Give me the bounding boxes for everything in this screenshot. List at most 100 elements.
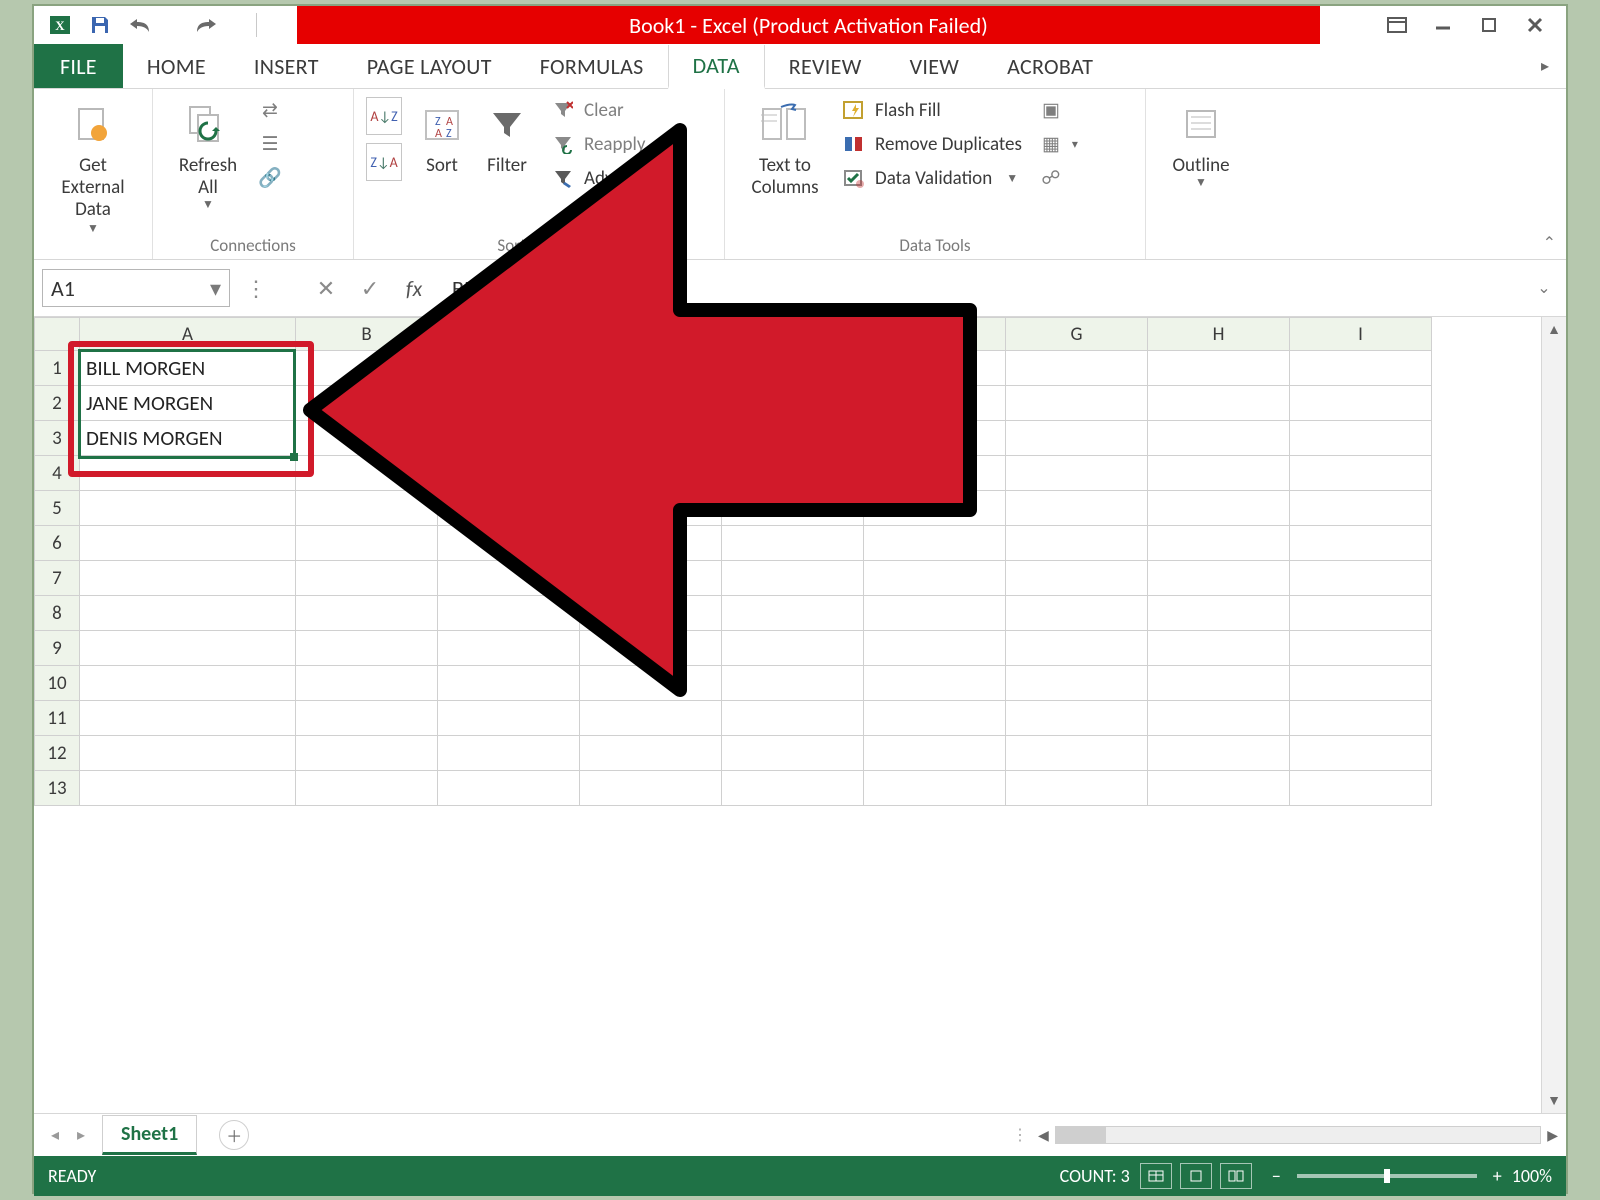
edit-links-button[interactable]: 🔗 (257, 165, 283, 191)
column-header[interactable]: A (80, 318, 296, 351)
sheet-nav-next-icon[interactable]: ▸ (68, 1122, 94, 1148)
close-button[interactable] (1512, 6, 1558, 44)
scroll-up-icon[interactable]: ▲ (1547, 321, 1561, 338)
select-all-corner[interactable] (35, 318, 80, 351)
refresh-all-button[interactable]: Refresh All ▼ (165, 97, 251, 212)
column-header[interactable]: F (864, 318, 1006, 351)
maximize-button[interactable] (1466, 6, 1512, 44)
view-page-break-icon[interactable] (1220, 1163, 1252, 1189)
enter-formula-icon[interactable]: ✓ (352, 270, 388, 306)
redo-icon[interactable] (192, 11, 220, 39)
tab-scroll-right-icon[interactable]: ▸ (1530, 44, 1560, 88)
cell[interactable]: JANE MORGEN (80, 386, 296, 421)
column-header[interactable]: D (580, 318, 722, 351)
filter-button[interactable]: Filter (472, 97, 542, 177)
edit-links-icon: 🔗 (257, 165, 283, 191)
expand-formula-bar-icon[interactable]: ⌄ (1530, 274, 1558, 302)
row-header[interactable]: 4 (35, 456, 80, 491)
tab-home[interactable]: HOME (123, 44, 230, 88)
sort-button[interactable]: ZAAZ Sort (412, 97, 472, 177)
zoom-slider[interactable] (1297, 1174, 1477, 1178)
column-header[interactable]: H (1148, 318, 1290, 351)
vertical-scrollbar[interactable]: ▲ ▼ (1541, 317, 1566, 1113)
scroll-left-icon[interactable]: ◀ (1038, 1127, 1049, 1144)
get-external-data-button[interactable]: Get External Data ▼ (46, 97, 140, 236)
advanced-filter-button[interactable]: Advanced (550, 165, 660, 191)
row-header[interactable]: 9 (35, 631, 80, 666)
row-header[interactable]: 13 (35, 771, 80, 806)
row-header[interactable]: 10 (35, 666, 80, 701)
name-box-menu-icon[interactable]: ⋮ (238, 270, 274, 306)
scroll-down-icon[interactable]: ▼ (1547, 1092, 1561, 1109)
column-header[interactable]: I (1290, 318, 1432, 351)
undo-icon[interactable] (126, 11, 154, 39)
tab-file[interactable]: FILE (34, 44, 123, 88)
cell[interactable]: DENIS MORGEN (80, 421, 296, 456)
name-box-dropdown-icon[interactable]: ▾ (210, 275, 221, 302)
sort-asc-button[interactable]: A↓Z (366, 97, 402, 135)
tab-acrobat[interactable]: ACROBAT (983, 44, 1117, 88)
tab-page-layout[interactable]: PAGE LAYOUT (343, 44, 516, 88)
tab-data[interactable]: DATA (668, 45, 765, 89)
tab-view[interactable]: VIEW (886, 44, 984, 88)
sheet-tab-active[interactable]: Sheet1 (102, 1115, 197, 1155)
name-box[interactable]: A1▾ (42, 269, 230, 307)
relationships-button[interactable]: ☍ (1038, 165, 1078, 191)
cell[interactable]: BILL MORGEN (80, 351, 296, 386)
clear-filter-button[interactable]: Clear (550, 97, 660, 123)
flash-fill-button[interactable]: Flash Fill (841, 97, 1022, 123)
column-header[interactable]: C (438, 318, 580, 351)
reapply-filter-button[interactable]: Reapply (550, 131, 660, 157)
spreadsheet-grid[interactable]: A B C D E F G H I 1BILL MORGEN 2JANE MOR… (34, 317, 1541, 1113)
qat-customize-icon[interactable]: ⌄ (267, 11, 281, 39)
help-button[interactable]: ? (1328, 6, 1374, 44)
ribbon-display-options-button[interactable] (1374, 6, 1420, 44)
row-header[interactable]: 5 (35, 491, 80, 526)
row-header[interactable]: 1 (35, 351, 80, 386)
row-header[interactable]: 2 (35, 386, 80, 421)
row-header[interactable]: 3 (35, 421, 80, 456)
cancel-formula-icon[interactable]: ✕ (308, 270, 344, 306)
new-sheet-button[interactable]: ＋ (219, 1120, 249, 1150)
connections-button[interactable]: ⇄ (257, 97, 283, 123)
column-header[interactable]: B (296, 318, 438, 351)
row-header[interactable]: 7 (35, 561, 80, 596)
scroll-right-icon[interactable]: ▶ (1547, 1127, 1558, 1144)
view-page-layout-icon[interactable] (1180, 1163, 1212, 1189)
tab-formulas[interactable]: FORMULAS (516, 44, 668, 88)
view-normal-icon[interactable] (1140, 1163, 1172, 1189)
relationships-icon: ☍ (1038, 165, 1064, 191)
tab-insert[interactable]: INSERT (230, 44, 343, 88)
row-header[interactable]: 12 (35, 736, 80, 771)
row-header[interactable]: 8 (35, 596, 80, 631)
insert-function-icon[interactable]: fx (396, 270, 432, 306)
zoom-out-icon[interactable]: − (1272, 1165, 1281, 1187)
excel-window: { "titlebar": { "title": "Book1 - Excel … (34, 6, 1566, 1192)
row-header[interactable]: 11 (35, 701, 80, 736)
redo-dropdown-icon[interactable]: ▾ (232, 11, 246, 39)
sheet-nav-prev-icon[interactable]: ◂ (42, 1122, 68, 1148)
horizontal-scrollbar[interactable]: ◀ ▶ (1038, 1126, 1558, 1144)
outline-button[interactable]: Outline ▼ (1158, 97, 1244, 191)
what-if-button[interactable]: ▦▾ (1038, 131, 1078, 157)
remove-duplicates-button[interactable]: Remove Duplicates (841, 131, 1022, 157)
tab-review[interactable]: REVIEW (765, 44, 886, 88)
collapse-ribbon-icon[interactable]: ⌃ (1543, 233, 1556, 253)
undo-dropdown-icon[interactable]: ▾ (166, 11, 180, 39)
scroll-thumb[interactable] (1056, 1127, 1106, 1143)
zoom-level[interactable]: 100% (1512, 1165, 1552, 1187)
split-handle-icon[interactable]: ⋮ (1012, 1125, 1028, 1145)
data-validation-button[interactable]: Data Validation▼ (841, 165, 1022, 191)
properties-button[interactable]: ☰ (257, 131, 283, 157)
row-header[interactable]: 6 (35, 526, 80, 561)
minimize-button[interactable] (1420, 6, 1466, 44)
zoom-in-icon[interactable]: + (1493, 1165, 1502, 1187)
consolidate-button[interactable]: ▣ (1038, 97, 1078, 123)
text-to-columns-button[interactable]: Text to Columns (737, 97, 833, 199)
sort-desc-button[interactable]: Z↓A (366, 143, 402, 181)
column-header[interactable]: G (1006, 318, 1148, 351)
column-header[interactable]: E (722, 318, 864, 351)
formula-input[interactable]: BILL MORGEN (440, 270, 1522, 306)
save-icon[interactable] (86, 11, 114, 39)
dropdown-icon: ▼ (1006, 171, 1018, 186)
